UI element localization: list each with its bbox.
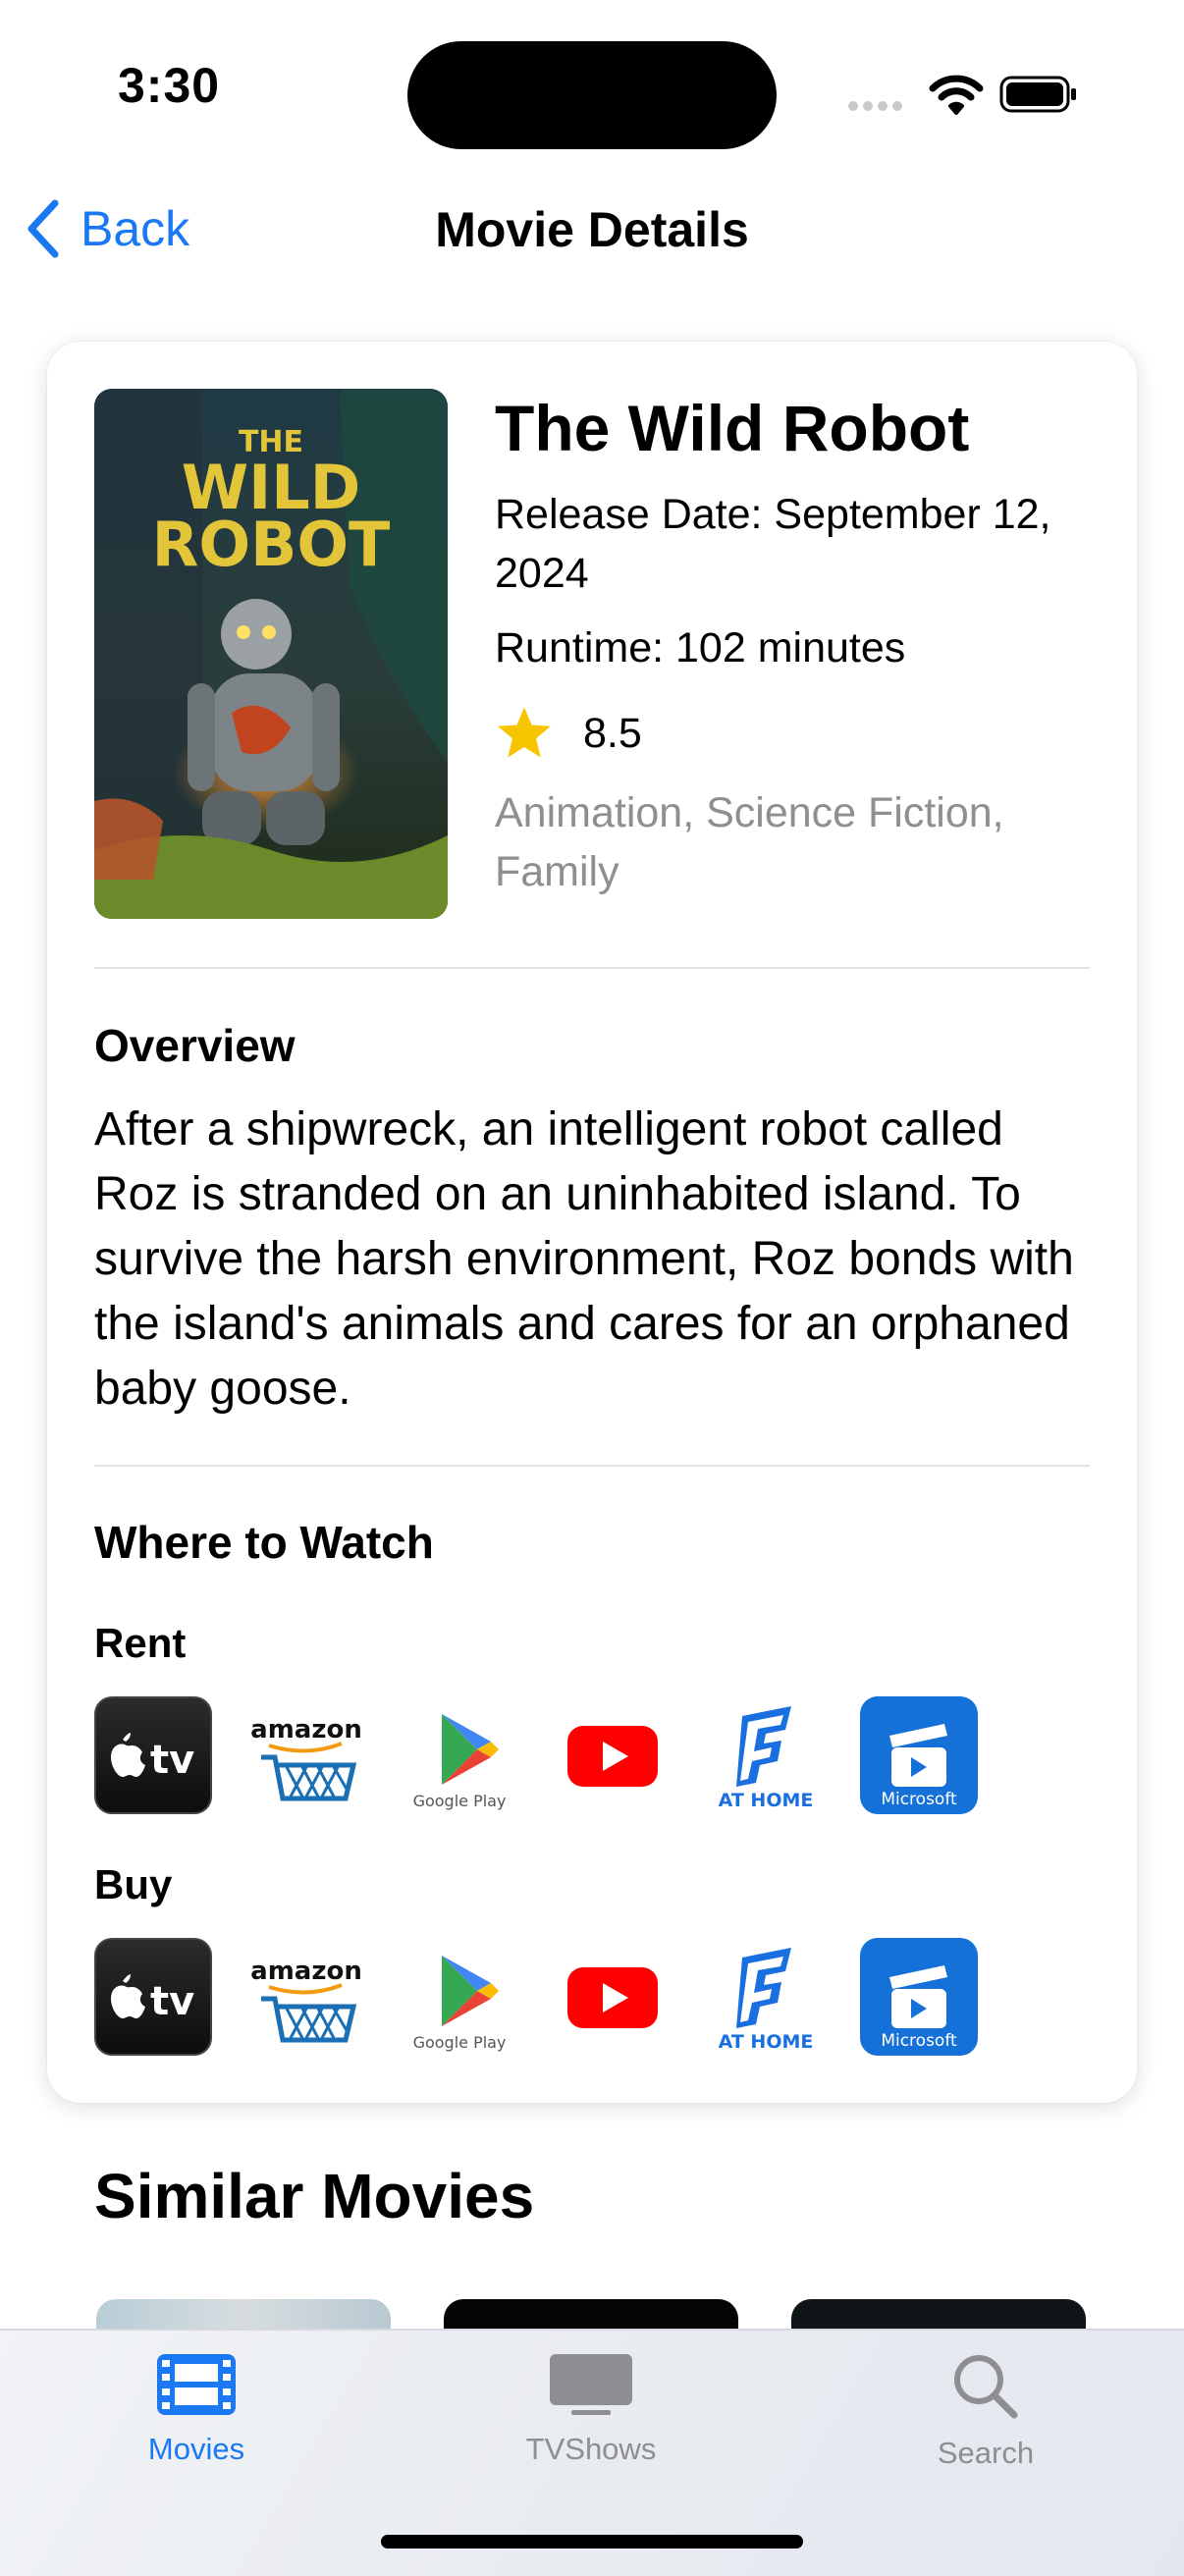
wifi-icon xyxy=(929,75,984,115)
movie-details-card: THE WILD ROBOT The Wild Robot Release Da… xyxy=(47,342,1137,2103)
tab-label: Search xyxy=(937,2436,1035,2470)
battery-icon xyxy=(999,76,1076,113)
where-to-watch-heading: Where to Watch xyxy=(94,1517,434,1568)
fandango-icon[interactable]: AT HOME xyxy=(707,1938,825,2056)
tab-movies[interactable]: Movies xyxy=(49,2352,344,2467)
divider xyxy=(94,967,1090,969)
svg-text:Microsoft: Microsoft xyxy=(881,2031,957,2051)
dynamic-island xyxy=(407,41,777,149)
similar-movies-heading: Similar Movies xyxy=(94,2161,535,2231)
google-play-icon[interactable]: Google Play xyxy=(401,1696,518,1814)
google-play-icon[interactable]: Google Play xyxy=(401,1938,518,2056)
apple-tv-icon[interactable]: tv xyxy=(94,1938,212,2056)
rating: 8.5 xyxy=(495,705,642,762)
amazon-icon[interactable]: amazon xyxy=(247,1696,365,1814)
search-icon xyxy=(954,2355,1018,2419)
release-date: Release Date: September 12, 2024 xyxy=(495,491,1051,597)
microsoft-store-icon[interactable]: Microsoft xyxy=(860,1696,978,1814)
genres: Animation, Science Fiction, Family xyxy=(495,789,1004,895)
divider xyxy=(94,1465,1090,1467)
svg-text:ROBOT: ROBOT xyxy=(152,509,391,580)
star-icon xyxy=(498,707,551,758)
tab-search[interactable]: Search xyxy=(838,2352,1133,2471)
tab-label: TVShows xyxy=(525,2432,657,2466)
svg-text:tv: tv xyxy=(150,1979,194,2024)
svg-text:Google Play: Google Play xyxy=(413,1792,507,1810)
tv-icon xyxy=(550,2354,632,2415)
buy-heading: Buy xyxy=(94,1861,173,1907)
rating-value: 8.5 xyxy=(583,709,642,757)
runtime: Runtime: 102 minutes xyxy=(495,624,906,671)
home-indicator xyxy=(381,2535,803,2549)
youtube-icon[interactable] xyxy=(554,1696,672,1814)
svg-text:tv: tv xyxy=(150,1738,194,1783)
svg-text:AT HOME: AT HOME xyxy=(719,1790,814,1811)
rent-heading: Rent xyxy=(94,1620,187,1666)
fandango-icon[interactable]: AT HOME xyxy=(707,1696,825,1814)
svg-text:amazon: amazon xyxy=(250,1957,362,1986)
tab-tvshows[interactable]: TVShows xyxy=(444,2352,738,2467)
svg-text:Google Play: Google Play xyxy=(413,2033,507,2052)
svg-text:Microsoft: Microsoft xyxy=(881,1790,957,1809)
overview-text: After a shipwreck, an intelligent robot … xyxy=(94,1103,1074,1415)
movie-poster: THE WILD ROBOT xyxy=(94,389,448,919)
svg-text:amazon: amazon xyxy=(250,1715,362,1744)
youtube-icon[interactable] xyxy=(554,1938,672,2056)
microsoft-store-icon[interactable]: Microsoft xyxy=(860,1938,978,2056)
page-title: Movie Details xyxy=(435,202,749,257)
overview-heading: Overview xyxy=(94,1020,296,1071)
status-time: 3:30 xyxy=(118,58,221,113)
film-icon xyxy=(157,2354,236,2415)
buy-providers: tv amazon Google Play AT HOME Microsoft xyxy=(94,1938,1013,2056)
amazon-icon[interactable]: amazon xyxy=(247,1938,365,2056)
tab-label: Movies xyxy=(147,2432,245,2466)
cellular-signal-icon xyxy=(848,98,907,116)
movie-title: The Wild Robot xyxy=(495,392,970,464)
svg-text:AT HOME: AT HOME xyxy=(719,2031,814,2053)
rent-providers: tv amazon Google Play AT HOME Microsoft xyxy=(94,1696,1013,1814)
apple-tv-icon[interactable]: tv xyxy=(94,1696,212,1814)
